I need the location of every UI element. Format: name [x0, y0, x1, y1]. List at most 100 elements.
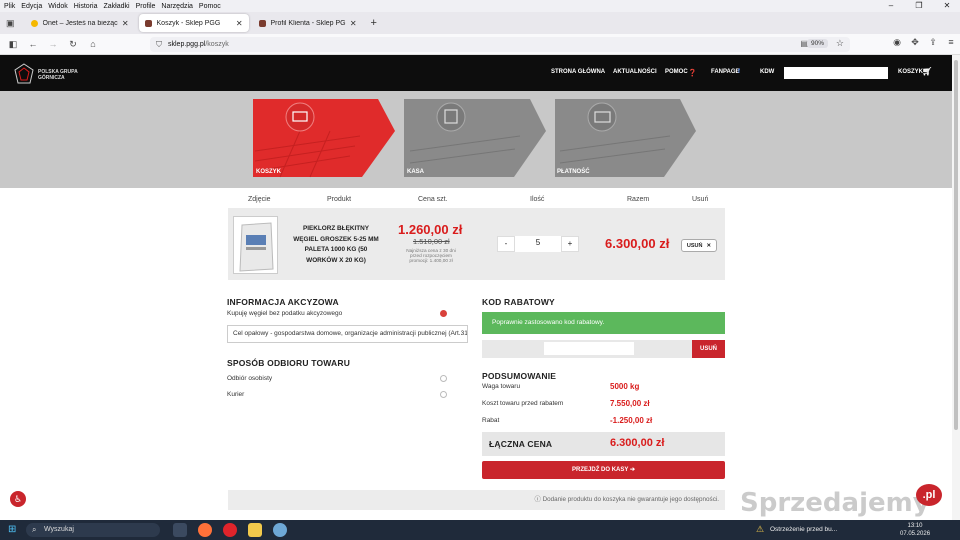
home-icon[interactable]: ⌂ [84, 39, 102, 49]
restore-icon[interactable]: ❐ [908, 0, 930, 12]
close-window-icon[interactable]: ✕ [936, 0, 958, 12]
excise-checkbox-label: Kupuję węgiel bez podatku akcyzowego [227, 310, 343, 317]
onet-favicon-icon [30, 19, 38, 27]
warning-icon[interactable]: ⚠ [756, 524, 764, 535]
checkout-steps: KOSZYK KASA PŁATNOŚĆ [0, 91, 952, 188]
opera-icon[interactable] [223, 523, 237, 537]
minimize-icon[interactable]: – [880, 0, 902, 12]
search-input[interactable] [784, 67, 888, 79]
pgg-logo-icon[interactable] [14, 63, 34, 85]
pickup-radio[interactable] [440, 375, 447, 382]
url-bar[interactable]: ⛉ sklep.pgg.pl/koszyk ▤ 90% ☆ [150, 37, 850, 52]
menu-profiles[interactable]: Profile [136, 3, 156, 10]
site-info-icon[interactable]: ⛉ [156, 40, 162, 50]
back-icon[interactable]: ← [24, 39, 42, 49]
nav-news[interactable]: AKTUALNOŚCI [613, 69, 657, 75]
app-icon[interactable] [273, 523, 287, 537]
nav-fanpage[interactable]: FANPAGE [711, 69, 740, 75]
qty-input[interactable]: 5 [515, 236, 561, 252]
help-icon[interactable]: ❓ [688, 69, 697, 77]
menu-file[interactable]: Plik [4, 3, 15, 10]
scrollbar-thumb[interactable] [954, 60, 958, 430]
close-tab-icon[interactable]: ✕ [122, 19, 129, 28]
bookmark-star-icon[interactable]: ☆ [836, 38, 844, 49]
tab-onet[interactable]: Onet – Jesteś na bieżąco ✕ [25, 14, 135, 32]
quantity-stepper: - 5 + [497, 236, 579, 252]
site-header: POLSKA GRUPA GÓRNICZA STRONA GŁÓWNA AKTU… [0, 55, 952, 91]
taskbar-search[interactable]: ⌕ Wyszukaj [26, 523, 160, 537]
nav-cart[interactable]: KOSZYK [898, 69, 923, 75]
account-icon[interactable]: ◉ [888, 37, 906, 48]
col-remove: Usuń [692, 196, 709, 203]
card-step-icon [587, 102, 617, 132]
close-tab-icon[interactable]: ✕ [350, 19, 357, 28]
menu-tools[interactable]: Narzędzia [161, 3, 193, 10]
tab-list-icon[interactable]: ▣ [6, 18, 15, 29]
close-tab-icon[interactable]: ✕ [236, 19, 243, 28]
info-icon: ⓘ [534, 496, 541, 503]
new-tab-icon[interactable]: + [371, 17, 377, 29]
logo-text: POLSKA GRUPA GÓRNICZA [38, 69, 78, 81]
reload-icon[interactable]: ↻ [64, 39, 82, 50]
qty-plus-button[interactable]: + [561, 236, 579, 252]
unit-price: 1.260,00 zł [398, 222, 463, 237]
excise-checkbox[interactable] [440, 310, 447, 317]
remove-item-button[interactable]: USUŃ ✕ [681, 239, 717, 252]
menu-icon[interactable]: ≡ [942, 37, 960, 48]
menu-history[interactable]: Historia [74, 3, 98, 10]
excise-purpose-select[interactable]: Cel opałowy - gospodarstwa domowe, organ… [227, 325, 468, 343]
checkout-label: PRZEJDŹ DO KASY [572, 467, 629, 473]
file-explorer-icon[interactable] [248, 523, 262, 537]
summary-weight-value: 5000 kg [610, 382, 640, 391]
coupon-success-alert: Poprawnie zastosowano kod rabatowy. [482, 312, 725, 334]
windows-start-icon[interactable]: ⊞ [8, 524, 16, 535]
sidebar-icon[interactable]: ◧ [4, 39, 22, 50]
pgg-favicon-icon [144, 19, 152, 27]
task-view-icon[interactable] [173, 523, 187, 537]
availability-info: ⓘ Dodanie produktu do koszyka nie gwaran… [228, 490, 725, 510]
qty-minus-button[interactable]: - [497, 236, 515, 252]
checkout-button[interactable]: PRZEJDŹ DO KASY ➔ [482, 461, 725, 479]
shipping-option-courier: Kurier [227, 391, 245, 398]
tab-profil[interactable]: Profil Klienta - Sklep PGG ✕ [253, 14, 363, 32]
nav-home[interactable]: STRONA GŁÓWNA [551, 69, 605, 75]
firefox-icon[interactable] [198, 523, 212, 537]
summary-title: PODSUMOWANIE [482, 371, 557, 381]
lowest-price-note: Najniższa cena z 30 dni przed rozpoczęci… [406, 248, 456, 263]
remove-label: USUŃ [686, 242, 703, 249]
tab-title: Profil Klienta - Sklep PGG [270, 19, 346, 27]
close-icon: ✕ [706, 242, 712, 249]
remove-coupon-button[interactable]: USUŃ [692, 340, 725, 358]
nav-kdw[interactable]: KDW [760, 69, 774, 75]
product-image[interactable] [233, 216, 278, 274]
forward-icon[interactable]: → [44, 39, 62, 49]
share-icon[interactable]: ⇪ [924, 37, 942, 48]
tab-bar: ▣ Onet – Jesteś na bieżąco ✕ Koszyk - Sk… [0, 12, 960, 34]
accessibility-icon[interactable]: ♿︎ [10, 491, 26, 507]
menu-view[interactable]: Widok [48, 3, 67, 10]
shipping-option-pickup: Odbiór osobisty [227, 375, 273, 382]
clock-time: 13:10 [907, 523, 923, 529]
courier-radio[interactable] [440, 391, 447, 398]
pgg-favicon-icon [258, 19, 266, 27]
step-cart-label: KOSZYK [256, 169, 282, 175]
cart-icon[interactable]: 🛒︎ [922, 67, 932, 76]
menu-edit[interactable]: Edycja [21, 3, 42, 10]
shipping-title: SPOSÓB ODBIORU TOWARU [227, 358, 351, 368]
availability-text: Dodanie produktu do koszyka nie gwarantu… [542, 496, 719, 503]
total-value: 6.300,00 zł [610, 437, 665, 449]
tab-title: Koszyk - Sklep PGG [156, 19, 221, 27]
windows-taskbar: ⊞ ⌕ Wyszukaj ⚠ Ostrzeżenie przed bu... 1… [0, 520, 960, 540]
tab-koszyk[interactable]: Koszyk - Sklep PGG ✕ [138, 14, 249, 32]
coupon-value-mask [544, 342, 634, 355]
menu-help[interactable]: Pomoc [199, 3, 221, 10]
product-name[interactable]: PIEKLORZ BŁĘKITNY WĘGIEL GROSZEK 5-25 MM… [290, 224, 382, 266]
facebook-icon[interactable]: f [738, 69, 740, 75]
nav-help[interactable]: POMOC [665, 69, 688, 75]
extensions-icon[interactable]: ✥ [906, 37, 924, 48]
weather-notification[interactable]: Ostrzeżenie przed bu... [770, 526, 837, 533]
system-clock[interactable]: 13:10 07.05.2026 [900, 522, 930, 538]
menu-bookmarks[interactable]: Zakładki [103, 3, 129, 10]
clock-date: 07.05.2026 [900, 531, 931, 537]
zoom-level[interactable]: 90% [806, 39, 828, 48]
